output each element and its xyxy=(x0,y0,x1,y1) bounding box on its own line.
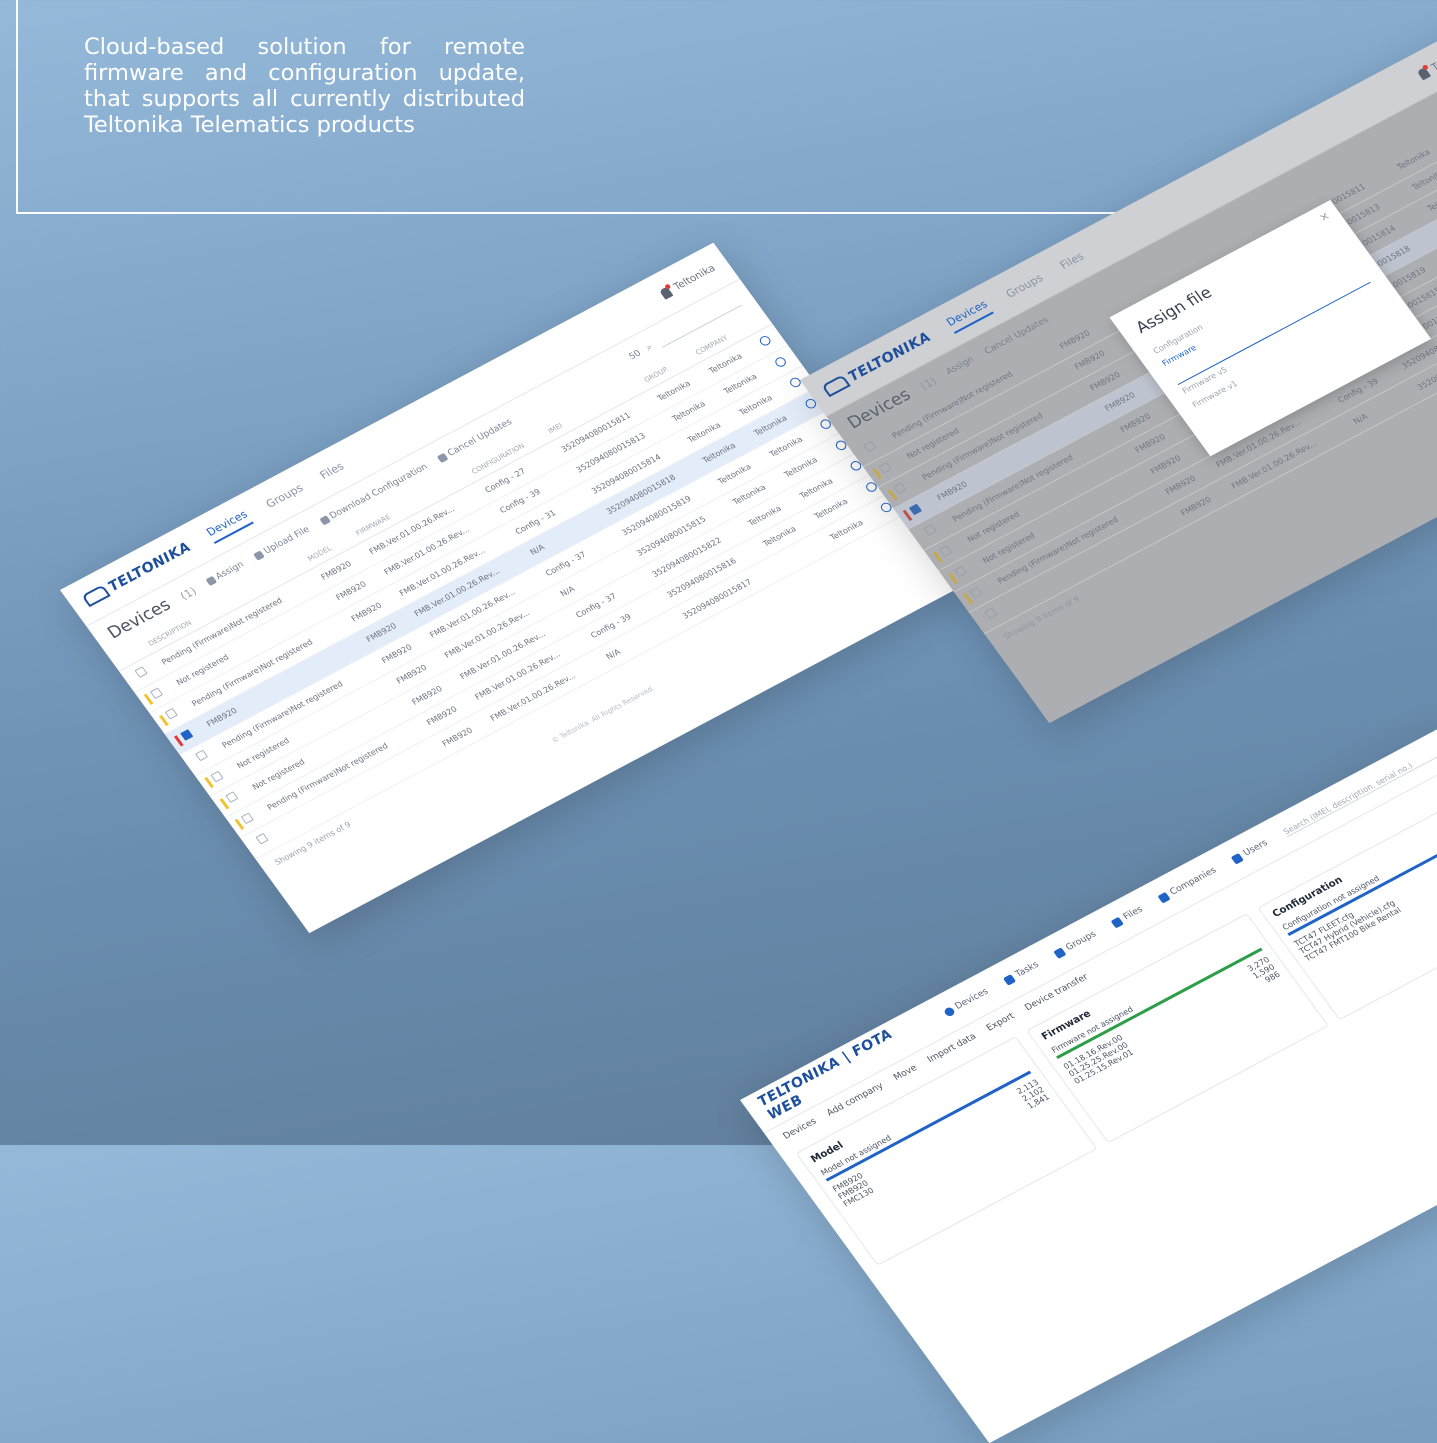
user-name: Teltonika xyxy=(1429,43,1437,74)
nav-label: Tasks xyxy=(1013,960,1042,980)
nav-files[interactable]: Files xyxy=(1110,905,1145,929)
row-checkbox[interactable] xyxy=(225,791,239,803)
assign-button[interactable]: Assign xyxy=(204,560,246,587)
tab-devices[interactable]: Devices xyxy=(943,297,994,334)
configuration-text: N/A xyxy=(604,647,623,662)
nav-label: Users xyxy=(1241,838,1270,859)
nav-devices[interactable]: Devices xyxy=(942,987,991,1018)
nav-users[interactable]: Users xyxy=(1230,838,1270,865)
row-checkbox[interactable] xyxy=(255,832,269,845)
logo-mark-icon xyxy=(821,374,851,398)
row-checkbox[interactable] xyxy=(164,707,178,720)
nav-label: Devices xyxy=(953,986,991,1012)
assign-label: Assign xyxy=(214,559,247,582)
cancel-icon xyxy=(436,452,449,463)
bell-icon[interactable] xyxy=(658,286,673,300)
configuration-text: N/A xyxy=(528,542,547,557)
nav-tasks[interactable]: Tasks xyxy=(1002,960,1041,986)
tasks-icon xyxy=(1002,973,1016,986)
info-icon[interactable] xyxy=(757,334,773,348)
nav-label: Groups xyxy=(1064,929,1099,953)
device-count: (1) xyxy=(177,584,199,603)
move-button[interactable]: Move xyxy=(892,1063,919,1083)
tab-devices[interactable]: Devices xyxy=(203,507,254,544)
row-checkbox[interactable] xyxy=(149,687,163,699)
row-checkbox[interactable] xyxy=(240,812,254,824)
tab-groups[interactable]: Groups xyxy=(1003,271,1045,300)
configuration-text: N/A xyxy=(558,584,577,599)
nav-groups[interactable]: Groups xyxy=(1053,929,1099,959)
companies-icon xyxy=(1157,891,1171,904)
groups-icon xyxy=(1053,946,1067,959)
bell-icon[interactable] xyxy=(1416,66,1431,81)
nav-label: Files xyxy=(1121,904,1146,923)
row-checkbox[interactable] xyxy=(134,666,148,678)
row-checkbox[interactable] xyxy=(179,728,194,741)
row-checkbox[interactable] xyxy=(194,749,209,762)
intro-text: Cloud-based solution for remote firmware… xyxy=(84,34,525,138)
tab-files[interactable]: Files xyxy=(1057,249,1086,271)
page-number: 103 xyxy=(1295,1065,1333,1096)
cloud-upload-icon xyxy=(253,550,265,561)
user-name: Teltonika xyxy=(671,262,718,293)
per-page-value: 50 xyxy=(627,348,644,363)
tab-groups[interactable]: Groups xyxy=(263,481,305,510)
user-menu[interactable]: Teltonika xyxy=(658,263,717,300)
info-icon[interactable] xyxy=(772,355,788,369)
nav-label: Companies xyxy=(1168,865,1219,898)
files-icon xyxy=(1110,916,1124,928)
logo-mark-icon xyxy=(81,584,111,608)
row-checkbox[interactable] xyxy=(210,770,224,783)
users-icon xyxy=(1230,852,1244,865)
assign-icon xyxy=(205,575,217,587)
tab-files[interactable]: Files xyxy=(317,459,346,481)
devices-icon xyxy=(942,1005,956,1018)
fota-web-screenshot: TELTONIKA | FOTA WEB Devices Tasks Group… xyxy=(740,724,1437,1443)
download-icon xyxy=(318,515,331,526)
search-icon[interactable]: ⌕ xyxy=(644,343,654,354)
device-list-screenshot: TELTONIKA Devices Groups Files Teltonika… xyxy=(60,242,963,934)
